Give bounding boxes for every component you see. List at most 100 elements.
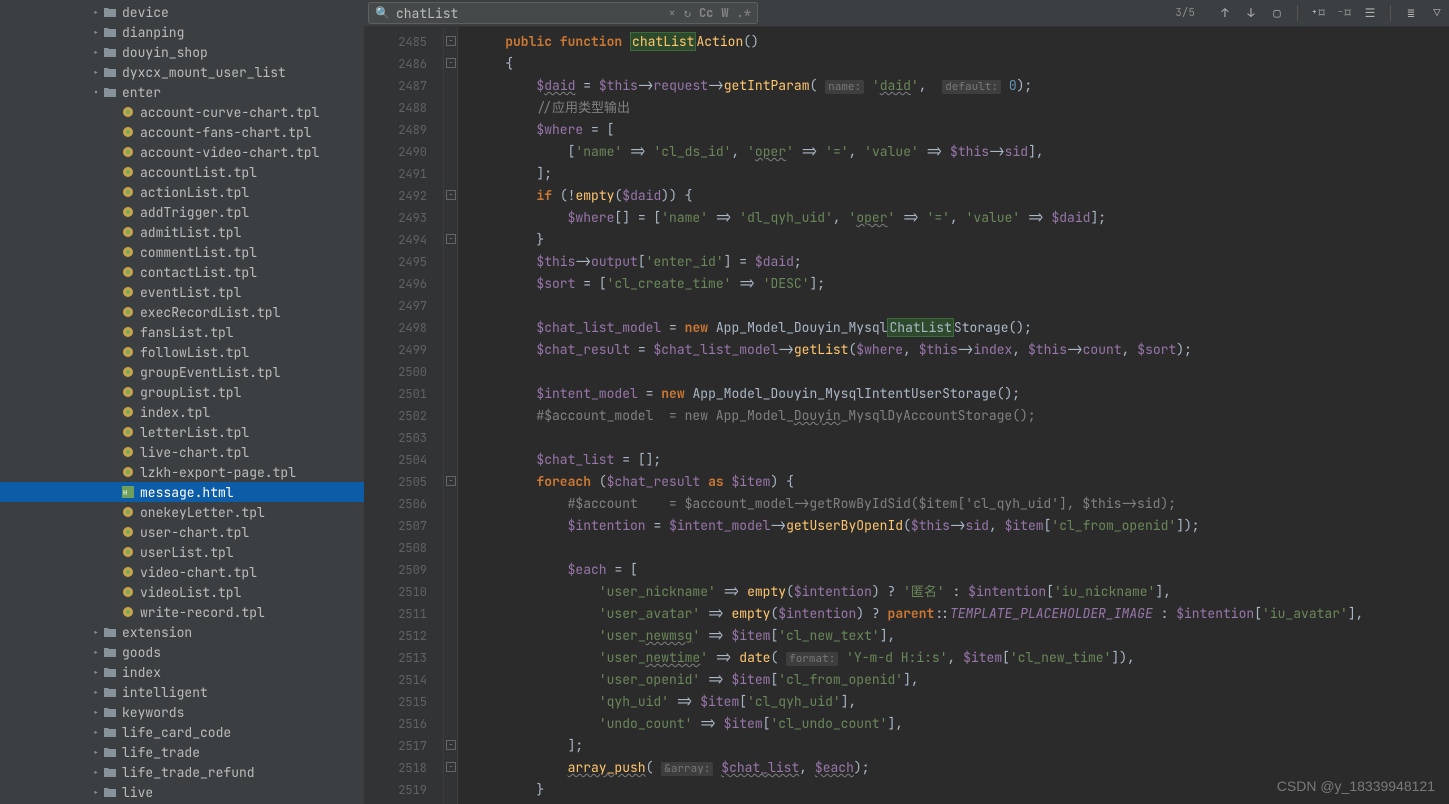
project-tree[interactable]: devicedianpingdouyin_shopdyxcx_mount_use… (0, 0, 364, 804)
filter-search-icon[interactable]: ☰ (1362, 5, 1378, 21)
code-line[interactable]: public function chatListAction() (474, 31, 1435, 53)
chevron-icon[interactable] (90, 786, 102, 799)
tree-file[interactable]: execRecordList.tpl (0, 302, 364, 322)
tree-file[interactable]: admitList.tpl (0, 222, 364, 242)
tree-file[interactable]: user-chart.tpl (0, 522, 364, 542)
tree-folder[interactable]: intelligent (0, 682, 364, 702)
add-selection-icon[interactable]: ⁺⌑ (1310, 5, 1326, 21)
chevron-icon[interactable] (90, 686, 102, 699)
prev-match-icon[interactable]: ↑ (1217, 5, 1233, 21)
code-line[interactable]: 'user_nickname' => empty($intention) ? '… (474, 581, 1435, 603)
tree-folder[interactable]: dyxcx_mount_user_list (0, 62, 364, 82)
code-line[interactable]: 'user_openid' => $item['cl_from_openid']… (474, 669, 1435, 691)
tree-file[interactable]: fansList.tpl (0, 322, 364, 342)
chevron-icon[interactable] (90, 626, 102, 639)
next-match-icon[interactable]: ↓ (1243, 5, 1259, 21)
tree-folder[interactable]: device (0, 2, 364, 22)
tree-folder[interactable]: goods (0, 642, 364, 662)
search-input[interactable] (396, 5, 663, 22)
code-line[interactable]: { (474, 53, 1435, 75)
tree-file[interactable]: account-curve-chart.tpl (0, 102, 364, 122)
history-icon[interactable]: ↻ (684, 5, 691, 21)
tree-folder[interactable]: enter (0, 82, 364, 102)
chevron-icon[interactable] (90, 26, 102, 39)
code-line[interactable]: $where = [ (474, 119, 1435, 141)
code-line[interactable]: 'user_avatar' => empty($intention) ? par… (474, 603, 1435, 625)
code-line[interactable]: $this->output['enter_id'] = $daid; (474, 251, 1435, 273)
code-line[interactable]: $daid = $this->request->getIntParam( nam… (474, 75, 1435, 97)
sort-icon[interactable]: ≣ (1403, 5, 1419, 21)
tree-file[interactable]: video-chart.tpl (0, 562, 364, 582)
fold-marker[interactable]: − (446, 190, 456, 200)
fold-marker[interactable]: − (446, 58, 456, 68)
chevron-icon[interactable] (90, 766, 102, 779)
tree-file[interactable]: addTrigger.tpl (0, 202, 364, 222)
tree-file[interactable]: contactList.tpl (0, 262, 364, 282)
code-line[interactable]: $intention = $intent_model->getUserByOpe… (474, 515, 1435, 537)
code-line[interactable]: #$account_model = new App_Model_Douyin_M… (474, 405, 1435, 427)
code-line[interactable]: $chat_list_model = new App_Model_Douyin_… (474, 317, 1435, 339)
tree-file[interactable]: lzkh-export-page.tpl (0, 462, 364, 482)
code-line[interactable]: 'user_newtime' => date( format: 'Y-m-d H… (474, 647, 1435, 669)
tree-folder[interactable]: life_trade_refund (0, 762, 364, 782)
fold-marker[interactable]: − (446, 36, 456, 46)
tree-file[interactable]: eventList.tpl (0, 282, 364, 302)
filter-icon[interactable]: ▽ (1429, 5, 1445, 21)
tree-file[interactable]: groupEventList.tpl (0, 362, 364, 382)
tree-file[interactable]: live-chart.tpl (0, 442, 364, 462)
tree-file[interactable]: commentList.tpl (0, 242, 364, 262)
tree-file[interactable]: index.tpl (0, 402, 364, 422)
code-line[interactable]: $sort = ['cl_create_time' => 'DESC']; (474, 273, 1435, 295)
code-line[interactable]: $chat_result = $chat_list_model->getList… (474, 339, 1435, 361)
code-line[interactable]: $each = [ (474, 559, 1435, 581)
tree-file[interactable]: groupList.tpl (0, 382, 364, 402)
tree-file[interactable]: userList.tpl (0, 542, 364, 562)
chevron-icon[interactable] (90, 666, 102, 679)
tree-folder[interactable]: life_trade (0, 742, 364, 762)
remove-selection-icon[interactable]: ⁻⌑ (1336, 5, 1352, 21)
chevron-icon[interactable] (90, 6, 102, 19)
tree-folder[interactable]: extension (0, 622, 364, 642)
clear-icon[interactable]: × (669, 5, 676, 21)
code-line[interactable]: $chat_list = []; (474, 449, 1435, 471)
tree-file[interactable]: account-video-chart.tpl (0, 142, 364, 162)
tree-file[interactable]: actionList.tpl (0, 182, 364, 202)
chevron-icon[interactable] (90, 706, 102, 719)
regex-button[interactable]: .* (737, 5, 751, 21)
code-line[interactable]: ]; (474, 735, 1435, 757)
code-line[interactable]: } (474, 779, 1435, 801)
match-case-button[interactable]: Cc (699, 5, 713, 21)
code-line[interactable]: 'undo_count' => $item['cl_undo_count'], (474, 713, 1435, 735)
code-line[interactable]: } (474, 229, 1435, 251)
tree-file[interactable]: letterList.tpl (0, 422, 364, 442)
code-line[interactable]: 'qyh_uid' => $item['cl_qyh_uid'], (474, 691, 1435, 713)
code-line[interactable]: ]; (474, 163, 1435, 185)
tree-file[interactable]: accountList.tpl (0, 162, 364, 182)
fold-strip[interactable]: −−−−−−− (444, 27, 458, 804)
code-editor[interactable]: public function chatListAction() { $daid… (458, 27, 1435, 804)
tree-file[interactable]: write-record.tpl (0, 602, 364, 622)
code-line[interactable] (474, 427, 1435, 449)
scrollbar[interactable] (1435, 27, 1449, 804)
code-line[interactable] (474, 295, 1435, 317)
fold-marker[interactable]: − (446, 740, 456, 750)
code-line[interactable]: $where[] = ['name' => 'dl_qyh_uid', 'ope… (474, 207, 1435, 229)
tree-folder[interactable]: life_card_code (0, 722, 364, 742)
fold-marker[interactable]: − (446, 762, 456, 772)
code-line[interactable] (474, 537, 1435, 559)
code-line[interactable] (474, 361, 1435, 383)
whole-word-button[interactable]: W (721, 5, 728, 21)
chevron-icon[interactable] (90, 86, 102, 99)
tree-folder[interactable]: live (0, 782, 364, 802)
tree-file[interactable]: followList.tpl (0, 342, 364, 362)
chevron-icon[interactable] (90, 726, 102, 739)
chevron-icon[interactable] (90, 746, 102, 759)
chevron-icon[interactable] (90, 66, 102, 79)
chevron-icon[interactable] (90, 646, 102, 659)
code-line[interactable]: array_push( &array: $chat_list, $each); (474, 757, 1435, 779)
fold-marker[interactable]: − (446, 476, 456, 486)
code-line[interactable]: $intent_model = new App_Model_Douyin_Mys… (474, 383, 1435, 405)
tree-file[interactable]: videoList.tpl (0, 582, 364, 602)
tree-folder[interactable]: index (0, 662, 364, 682)
tree-folder[interactable]: douyin_shop (0, 42, 364, 62)
